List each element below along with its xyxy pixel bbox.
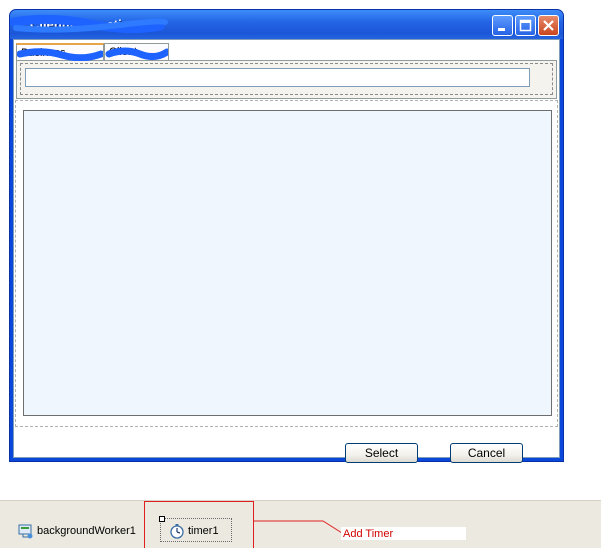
tray-item-background-worker[interactable]: backgroundWorker1 — [18, 523, 136, 539]
content-panel — [15, 100, 558, 427]
tab-client-label: Client — [109, 46, 138, 58]
search-input[interactable] — [25, 68, 530, 87]
tray-item-label: backgroundWorker1 — [37, 525, 136, 537]
cancel-button[interactable]: Cancel — [450, 443, 523, 463]
component-tray: backgroundWorker1 timer1 Add Timer — [0, 500, 601, 548]
minimize-icon — [498, 28, 505, 31]
results-list[interactable] — [23, 110, 552, 416]
form-client-area: Business Client Select Cancel — [13, 39, 560, 463]
annotation-label: Add Timer — [343, 528, 394, 540]
select-button[interactable]: Select — [345, 443, 418, 463]
tab-client[interactable]: Client — [104, 43, 169, 61]
title-scribble — [10, 14, 168, 34]
close-icon — [543, 20, 554, 31]
tab-business-label: Business — [21, 47, 66, 59]
title-bar[interactable]: ClientInformation — [10, 10, 563, 39]
maximize-button[interactable] — [515, 15, 536, 36]
background-worker-icon — [18, 524, 33, 539]
client-information-window: ClientInformation Business Client Select… — [9, 9, 564, 463]
close-button[interactable] — [538, 15, 559, 36]
tab-business[interactable]: Business — [16, 43, 104, 61]
timer-highlight-box — [144, 501, 254, 548]
maximize-icon — [519, 19, 532, 32]
minimize-button[interactable] — [492, 15, 513, 36]
